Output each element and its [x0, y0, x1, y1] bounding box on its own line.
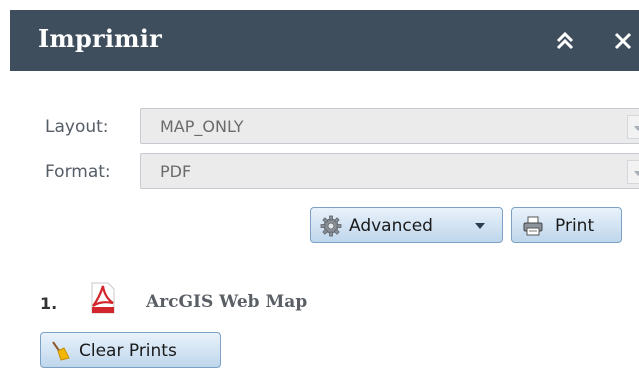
panel-header: Imprimir — [10, 10, 639, 71]
result-number: 1. — [40, 294, 58, 313]
chevron-down-icon — [475, 223, 485, 229]
print-button-label: Print — [555, 216, 595, 236]
close-icon[interactable] — [611, 29, 635, 53]
print-result-link[interactable]: ArcGIS Web Map — [146, 292, 307, 312]
clear-prints-button[interactable]: Clear Prints — [40, 332, 221, 368]
double-chevron-up-icon[interactable] — [553, 29, 577, 53]
layout-label: Layout: — [45, 117, 109, 137]
advanced-button[interactable]: Advanced — [310, 207, 503, 243]
print-button[interactable]: Print — [511, 207, 622, 243]
clear-prints-label: Clear Prints — [79, 341, 177, 361]
format-select[interactable]: PDF — [140, 153, 639, 189]
dropdown-arrow-icon[interactable] — [627, 115, 639, 139]
advanced-button-label: Advanced — [349, 216, 433, 236]
panel-title: Imprimir — [38, 24, 162, 53]
broom-icon — [52, 341, 70, 361]
gear-icon — [320, 215, 342, 237]
layout-select[interactable]: MAP_ONLY — [140, 108, 639, 144]
layout-select-value: MAP_ONLY — [160, 117, 244, 136]
dropdown-arrow-icon[interactable] — [627, 160, 639, 184]
printer-icon — [523, 216, 543, 236]
pdf-file-icon — [91, 282, 115, 314]
format-select-value: PDF — [160, 162, 192, 181]
format-label: Format: — [45, 162, 111, 182]
